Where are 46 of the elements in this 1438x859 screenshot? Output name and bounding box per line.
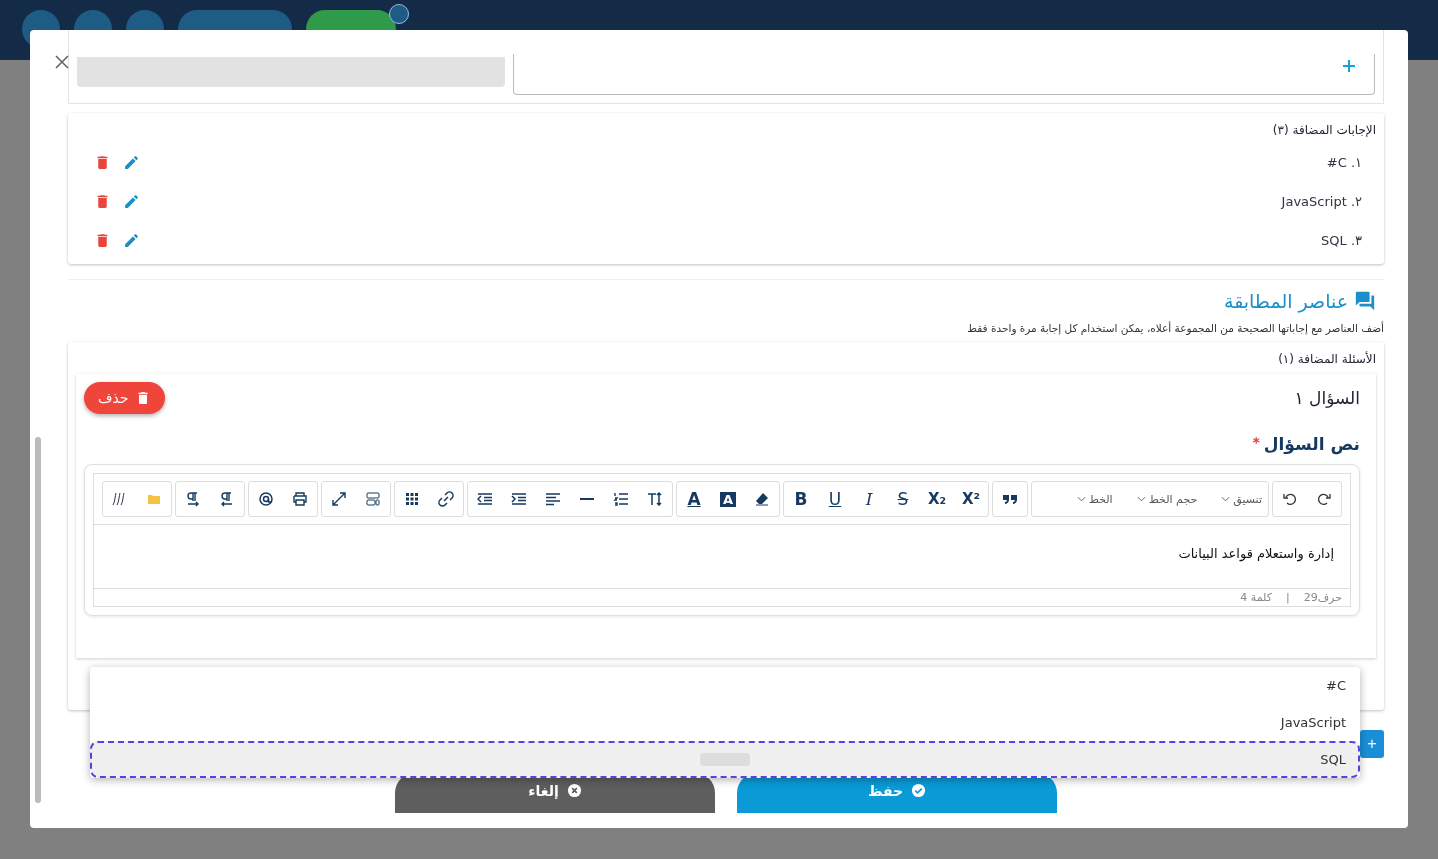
format-button[interactable]: I [852,482,886,516]
toolbar-dropdown[interactable]: تنسيق [1221,492,1262,506]
chevron-icon [1136,496,1146,502]
pencil-icon[interactable] [123,193,140,210]
dropdown-option[interactable]: C# [90,667,1360,704]
field-label: نص السؤال [1263,434,1360,454]
chevron-icon [1076,496,1086,502]
chat-icon [1354,290,1376,312]
check-icon [911,783,927,798]
quote-button[interactable] [992,481,1028,517]
close-icon[interactable] [55,55,69,69]
toolbar-dropdown[interactable]: حجم الخط [1136,492,1198,506]
status-separator: | [1286,591,1290,604]
toolbar-dropdown[interactable]: الخط [1076,492,1113,506]
notification-dot [389,4,409,24]
chevron-icon [1221,496,1231,502]
highlight-button[interactable]: A [711,482,745,516]
close-icon [566,783,582,798]
dropdown-option[interactable]: JavaScript [90,704,1360,741]
editor-content[interactable]: إدارة واستعلام قواعد البيانات [94,525,1350,589]
answer-text: ١. C# [1326,155,1362,170]
format-button[interactable]: S [886,482,920,516]
font-color-button[interactable]: A [677,482,711,516]
card-title: الأسئلة المضافة (١) [1277,350,1376,368]
card-title: الإجابات المضافة (٣) [1271,122,1377,139]
format-button[interactable]: B [784,482,818,516]
pencil-icon[interactable] [123,154,140,171]
section-description: أضف العناصر مع إجاباتها الصحيحة من المجموعة أعلاه، يمكن استخدام كل إجابة مرة واحدة فقط [966,322,1384,334]
plus-icon[interactable] [1342,59,1356,73]
char-count: حرف29 [1303,591,1342,604]
answer-text: ٢. JavaScript [1281,194,1362,209]
input-field[interactable] [513,54,1375,95]
editor-text: إدارة واستعلام قواعد البيانات [1178,546,1334,561]
add-button[interactable]: + [1360,730,1384,758]
delete-button[interactable]: حذف [84,382,165,414]
pencil-icon[interactable] [123,232,140,249]
word-count: كلمة 4 [1240,591,1272,604]
scroll-thumb[interactable] [35,437,41,803]
format-button[interactable]: X₂ [920,482,954,516]
section-title: عناصر المطابقة [1223,290,1348,312]
answer-text: ٣. SQL [1321,233,1362,248]
format-button[interactable]: X² [954,482,988,516]
dropdown-option[interactable]: SQL [90,741,1360,778]
format-button[interactable]: U [818,482,852,516]
question-title: السؤال ١ [1294,388,1360,408]
required-mark: * [1252,434,1260,452]
